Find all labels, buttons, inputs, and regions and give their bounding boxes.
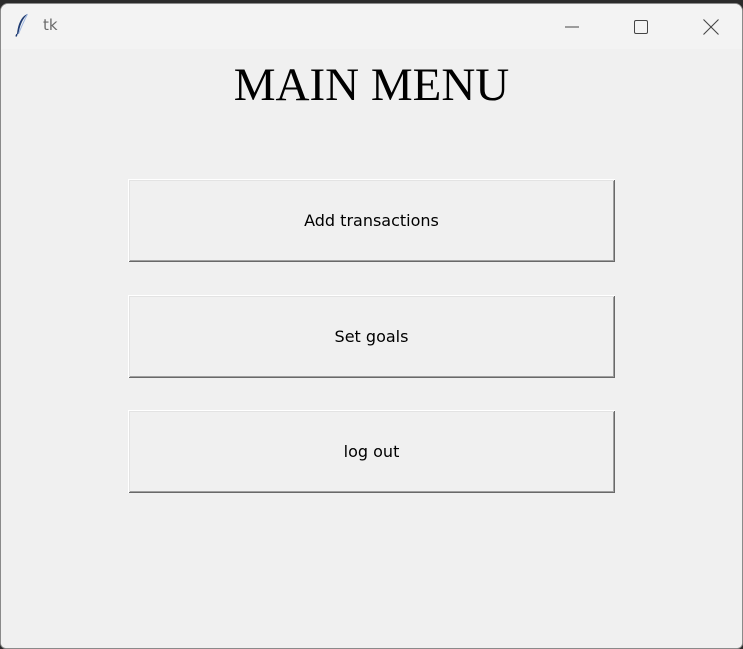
maximize-icon xyxy=(634,19,648,34)
set-goals-button[interactable]: Set goals xyxy=(128,295,615,378)
app-window: tk MAIN MENU Add transactions Set goals … xyxy=(0,3,743,649)
minimize-icon xyxy=(565,20,579,34)
add-transactions-button[interactable]: Add transactions xyxy=(128,179,615,262)
main-content: MAIN MENU Add transactions Set goals log… xyxy=(1,49,742,648)
log-out-button[interactable]: log out xyxy=(128,410,615,493)
title-bar[interactable]: tk xyxy=(1,4,742,49)
tk-feather-icon xyxy=(14,13,30,37)
close-icon xyxy=(703,18,719,35)
minimize-button[interactable] xyxy=(538,4,606,49)
page-title: MAIN MENU xyxy=(233,59,510,111)
maximize-button[interactable] xyxy=(607,4,675,49)
close-button[interactable] xyxy=(677,4,742,49)
window-title: tk xyxy=(43,16,58,34)
